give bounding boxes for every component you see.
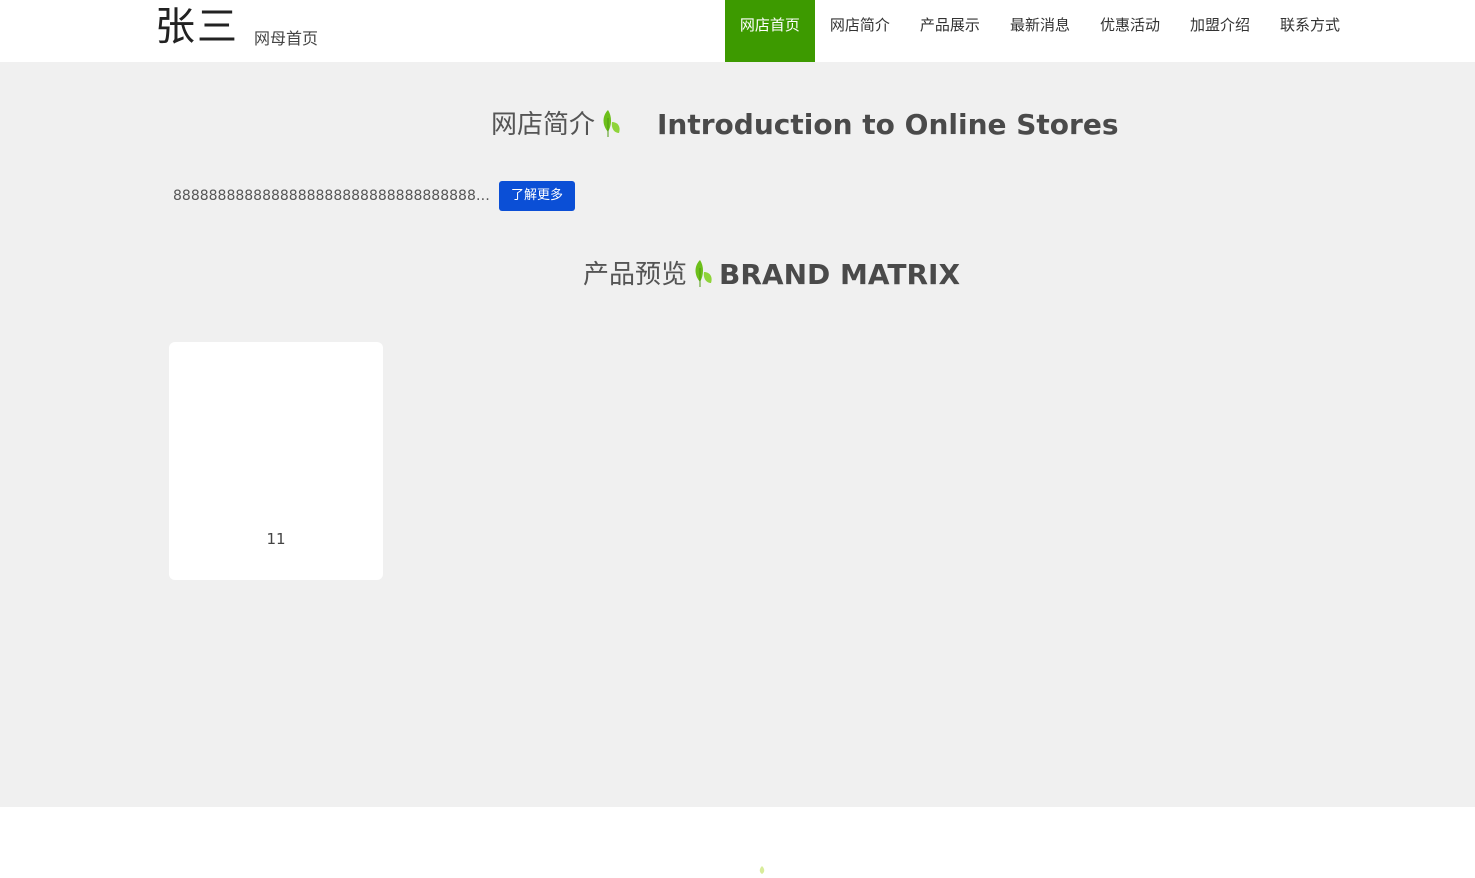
nav-item-home[interactable]: 网店首页 — [724, 0, 815, 62]
leaf-icon — [758, 859, 766, 874]
nav-item-contact[interactable]: 联系方式 — [1265, 0, 1355, 62]
intro-title-en: Introduction to Online Stores — [657, 108, 1119, 141]
nav-item-news[interactable]: 最新消息 — [995, 0, 1085, 62]
intro-title-cn: 网店简介 — [491, 110, 596, 140]
intro-row: 8888888888888888888888888888888888888888… — [173, 181, 576, 211]
product-name: 11 — [266, 530, 286, 548]
leaf-icon — [691, 258, 713, 288]
site-footer — [0, 807, 1475, 874]
learn-more-button[interactable]: 了解更多 — [499, 181, 576, 211]
main-nav: 网店首页 网店简介 产品展示 最新消息 优惠活动 加盟介绍 联系方式 — [724, 0, 1355, 62]
products-title-cn: 产品预览 — [583, 260, 688, 290]
site-subtitle: 网母首页 — [254, 29, 319, 48]
products-title-en: BRAND MATRIX — [719, 258, 961, 291]
nav-item-promotions[interactable]: 优惠活动 — [1085, 0, 1175, 62]
intro-text: 8888888888888888888888888888888888888888… — [173, 188, 495, 204]
nav-item-products[interactable]: 产品展示 — [905, 0, 995, 62]
products-section-title: 产品预览 BRAND MATRIX — [583, 258, 960, 292]
site-header: 张三 网母首页 网店首页 网店简介 产品展示 最新消息 优惠活动 加盟介绍 联系… — [0, 0, 1475, 62]
main-content: 网店简介 Introduction to Online Stores 88888… — [0, 62, 1475, 807]
intro-section-title: 网店简介 Introduction to Online Stores — [491, 108, 1119, 142]
product-card[interactable]: 11 — [169, 342, 383, 580]
nav-item-intro[interactable]: 网店简介 — [815, 0, 905, 62]
nav-item-franchise[interactable]: 加盟介绍 — [1175, 0, 1265, 62]
leaf-icon — [599, 108, 621, 138]
site-logo[interactable]: 张三 — [155, 2, 239, 52]
